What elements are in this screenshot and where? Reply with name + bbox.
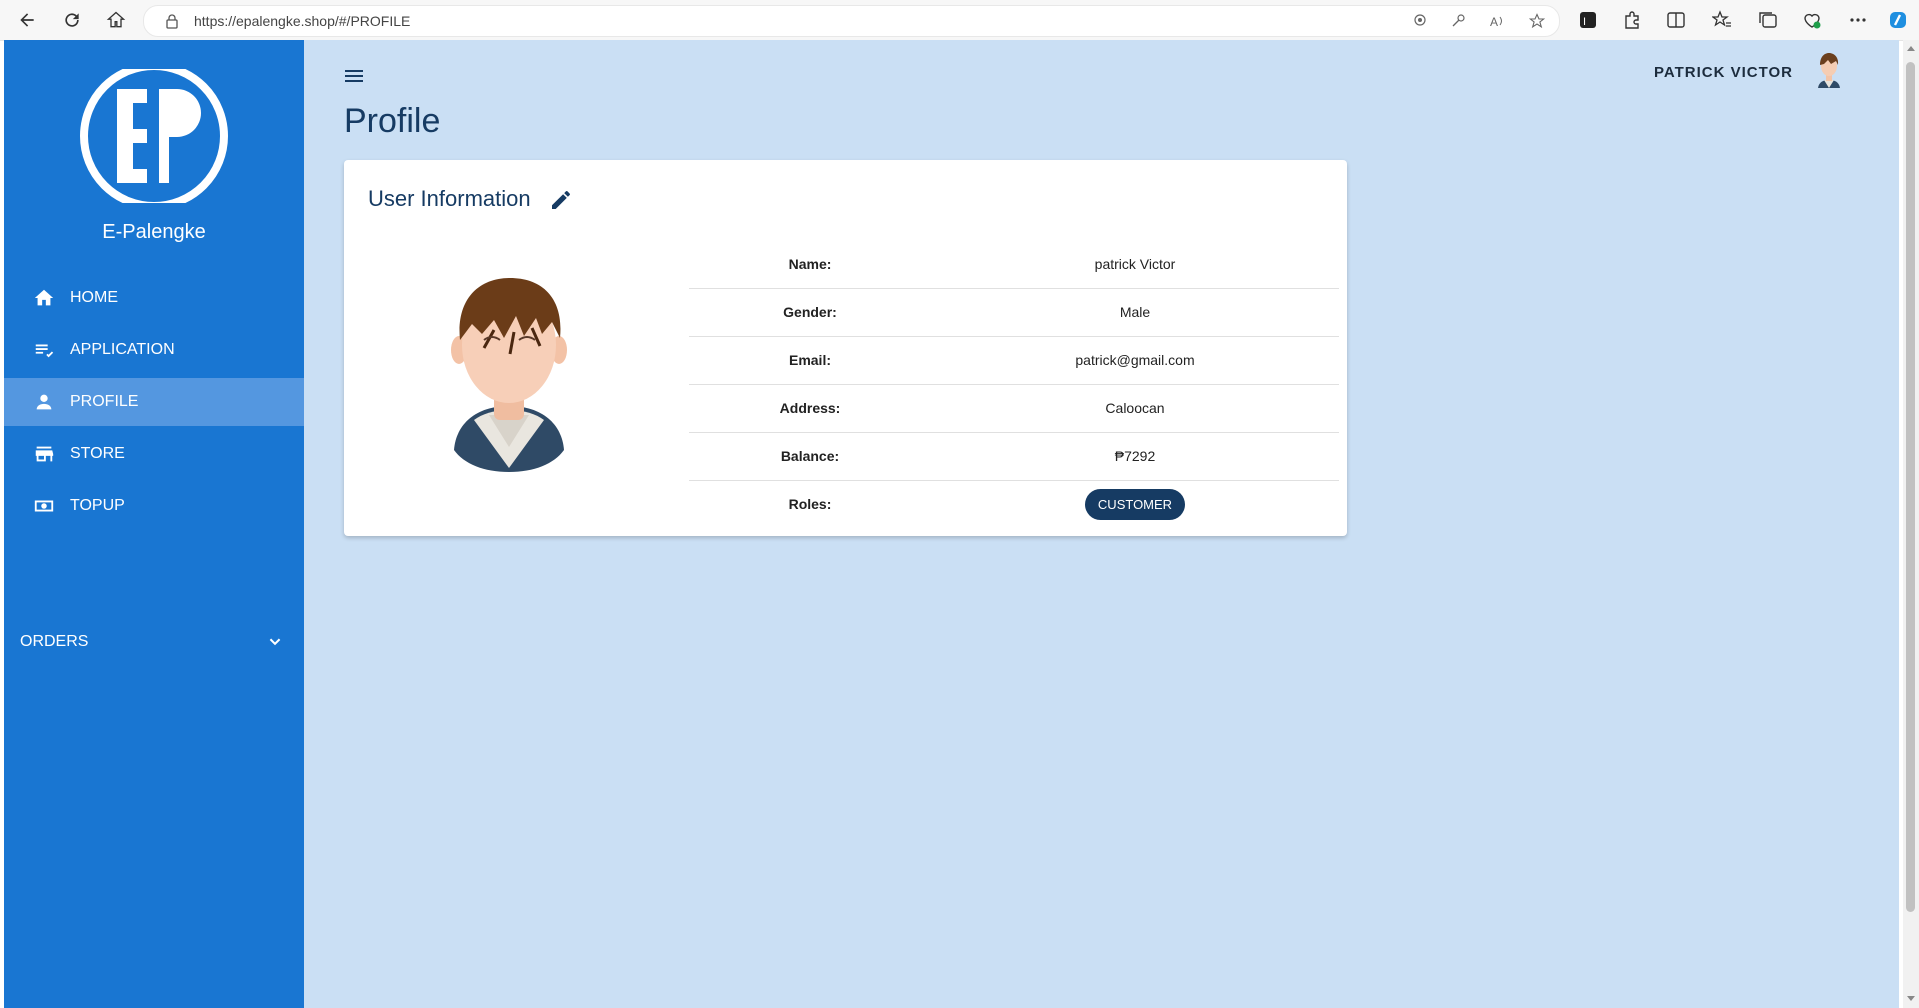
favorite-star-icon[interactable] bbox=[1529, 13, 1545, 29]
field-value: patrick@gmail.com bbox=[1075, 352, 1195, 368]
read-aloud-icon[interactable]: A bbox=[1489, 13, 1505, 29]
sidebar-item-home[interactable]: HOME bbox=[4, 274, 304, 322]
scroll-down-icon[interactable] bbox=[1907, 996, 1915, 1001]
brand-name: E-Palengke bbox=[102, 221, 206, 243]
url-text: https://epalengke.shop/#/PROFILE bbox=[194, 13, 411, 29]
field-label: Name: bbox=[788, 255, 832, 272]
puzzle-icon[interactable] bbox=[1622, 10, 1642, 30]
person-icon bbox=[33, 391, 55, 413]
favorites-icon[interactable] bbox=[1711, 10, 1732, 30]
field-label: Gender: bbox=[783, 304, 837, 320]
card-title: User Information bbox=[368, 186, 531, 211]
store-icon bbox=[33, 443, 55, 465]
table-row: Gender: Male bbox=[689, 288, 1339, 336]
scroll-thumb[interactable] bbox=[1906, 62, 1915, 912]
sidebar: E-Palengke HOME APPLICATION PROFILE STOR… bbox=[4, 40, 304, 1008]
sidebar-item-profile[interactable]: PROFILE bbox=[4, 378, 304, 426]
split-screen-icon[interactable] bbox=[1666, 10, 1686, 30]
scroll-up-icon[interactable] bbox=[1907, 46, 1915, 51]
table-row: Email: patrick@gmail.com bbox=[689, 336, 1339, 384]
user-avatar[interactable] bbox=[1813, 48, 1845, 92]
sidebar-item-orders[interactable]: ORDERS bbox=[4, 618, 304, 666]
edit-pencil-icon[interactable] bbox=[549, 188, 573, 212]
sidebar-item-application[interactable]: APPLICATION bbox=[4, 326, 304, 374]
field-label: Address: bbox=[779, 400, 841, 416]
lock-icon bbox=[166, 14, 178, 29]
user-info-card: User Information Name: patrick Victor Ge… bbox=[344, 160, 1347, 536]
field-label: Email: bbox=[788, 352, 831, 368]
more-menu-icon[interactable] bbox=[1848, 10, 1868, 30]
svg-text:A: A bbox=[1490, 15, 1498, 29]
page-scrollbar[interactable] bbox=[1903, 40, 1919, 1008]
location-icon[interactable] bbox=[1412, 13, 1428, 29]
table-row: Roles: CUSTOMER bbox=[689, 480, 1339, 528]
field-value: CUSTOMER bbox=[931, 480, 1339, 528]
sidebar-item-label: TOPUP bbox=[70, 497, 125, 514]
back-icon[interactable] bbox=[15, 8, 39, 32]
collections-icon[interactable] bbox=[1758, 10, 1778, 30]
field-value: ₱7292 bbox=[1114, 448, 1156, 464]
sidebar-item-store[interactable]: STORE bbox=[4, 430, 304, 478]
playlist-check-icon bbox=[33, 339, 55, 361]
sidebar-item-label: HOME bbox=[70, 289, 118, 306]
performance-icon[interactable] bbox=[1802, 10, 1822, 30]
menu-icon[interactable] bbox=[342, 64, 366, 88]
sidebar-item-label: APPLICATION bbox=[70, 341, 175, 358]
user-info-table: Name: patrick Victor Gender: Male Email:… bbox=[689, 240, 1339, 528]
sidebar-item-label: PROFILE bbox=[70, 393, 139, 410]
orders-label: ORDERS bbox=[20, 633, 89, 650]
user-name[interactable]: PATRICK VICTOR bbox=[1654, 64, 1793, 81]
money-icon bbox=[33, 495, 55, 517]
role-chip[interactable]: CUSTOMER bbox=[1084, 488, 1186, 520]
field-label: Balance: bbox=[780, 448, 840, 464]
browser-toolbar: https://epalengke.shop/#/PROFILE A I bbox=[0, 0, 1919, 41]
key-icon[interactable] bbox=[1450, 13, 1466, 29]
field-value: patrick Victor bbox=[1094, 255, 1176, 272]
field-value: Male bbox=[1119, 304, 1151, 320]
table-row: Name: patrick Victor bbox=[689, 240, 1339, 288]
chevron-down-icon bbox=[269, 638, 281, 646]
reload-icon[interactable] bbox=[60, 8, 84, 32]
sidebar-item-topup[interactable]: TOPUP bbox=[4, 482, 304, 530]
profile-avatar bbox=[451, 278, 567, 472]
home-icon bbox=[33, 287, 55, 309]
field-value: Caloocan bbox=[1105, 400, 1165, 416]
main-content: Profile PATRICK VICTOR User Information … bbox=[304, 40, 1899, 1008]
address-bar[interactable]: https://epalengke.shop/#/PROFILE A bbox=[143, 5, 1560, 37]
table-row: Balance: ₱7292 bbox=[689, 432, 1339, 480]
svg-text:I: I bbox=[1583, 16, 1586, 28]
extension-icon[interactable]: I bbox=[1578, 10, 1598, 30]
ep-logo-icon bbox=[80, 69, 228, 203]
sidebar-item-label: STORE bbox=[70, 445, 125, 462]
home-browser-icon[interactable] bbox=[104, 8, 128, 32]
copilot-icon[interactable] bbox=[1888, 10, 1908, 30]
field-label: Roles: bbox=[788, 496, 832, 513]
page-title: Profile bbox=[344, 102, 441, 140]
table-row: Address: Caloocan bbox=[689, 384, 1339, 432]
